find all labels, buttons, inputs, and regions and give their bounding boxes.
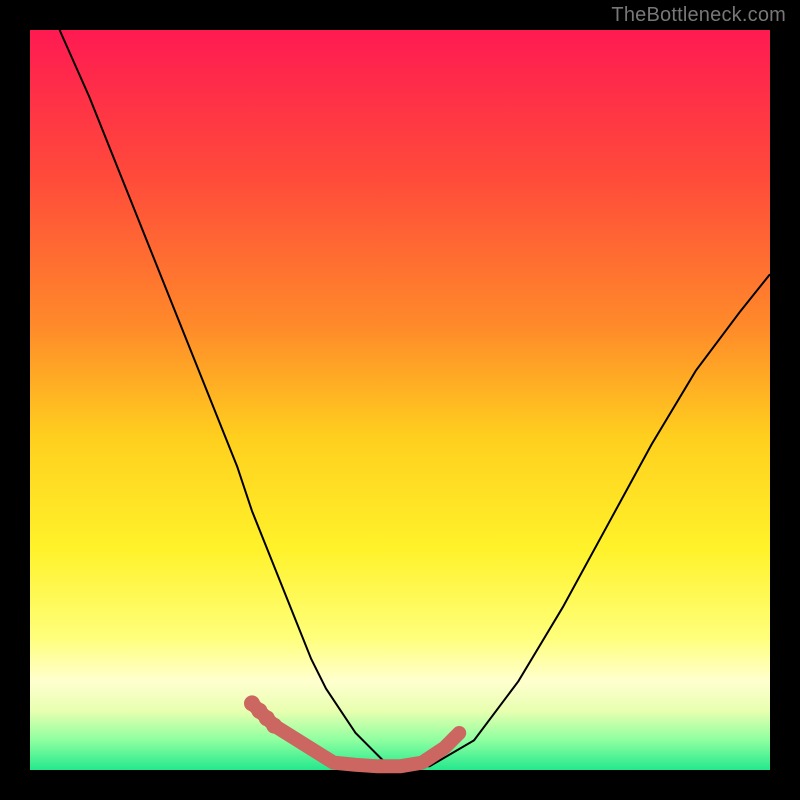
highlight-bead	[266, 718, 282, 734]
bottleneck-chart	[0, 0, 800, 800]
chart-frame: { "watermark": "TheBottleneck.com", "col…	[0, 0, 800, 800]
plot-background	[30, 30, 770, 770]
watermark-text: TheBottleneck.com	[611, 4, 786, 27]
